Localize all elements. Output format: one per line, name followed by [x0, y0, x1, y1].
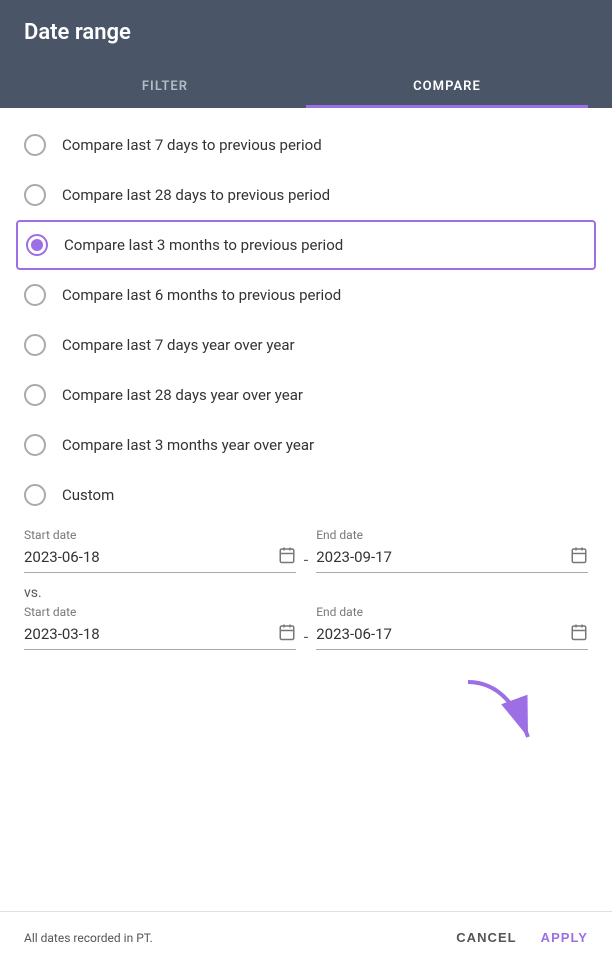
- radio-opt4[interactable]: [24, 284, 46, 306]
- footer-note: All dates recorded in PT.: [24, 931, 153, 945]
- period1-start-label: Start date: [24, 528, 296, 542]
- period2-end-input-wrapper[interactable]: 2023-06-17: [316, 623, 588, 650]
- cancel-button[interactable]: CANCEL: [456, 930, 516, 945]
- period1-end-value: 2023-09-17: [316, 548, 562, 566]
- period1-date-row: Start date 2023-06-18 -: [24, 528, 588, 573]
- period1-end-input-wrapper[interactable]: 2023-09-17: [316, 546, 588, 573]
- radio-opt7[interactable]: [24, 434, 46, 456]
- apply-button[interactable]: APPLY: [541, 930, 588, 945]
- radio-opt3[interactable]: [26, 234, 48, 256]
- calendar-icon-p2-end[interactable]: [570, 623, 588, 645]
- period1-start-value: 2023-06-18: [24, 548, 270, 566]
- period2-start-label: Start date: [24, 605, 296, 619]
- option-label-5: Compare last 7 days year over year: [62, 336, 295, 354]
- option-custom[interactable]: Custom: [24, 470, 588, 520]
- option-label-3: Compare last 3 months to previous period: [64, 236, 343, 254]
- radio-opt2[interactable]: [24, 184, 46, 206]
- period2-end-label: End date: [316, 605, 588, 619]
- date-dash-1: -: [304, 550, 308, 569]
- tab-bar: FILTER COMPARE: [24, 65, 588, 108]
- footer-buttons: CANCEL APPLY: [456, 930, 588, 945]
- footer: All dates recorded in PT. CANCEL APPLY: [0, 911, 612, 963]
- arrow-container: [24, 662, 588, 742]
- period2-start-group: Start date 2023-03-18: [24, 605, 296, 650]
- option-label-1: Compare last 7 days to previous period: [62, 136, 322, 154]
- radio-opt6[interactable]: [24, 384, 46, 406]
- period2-start-input-wrapper[interactable]: 2023-03-18: [24, 623, 296, 650]
- option-last-7-days-previous[interactable]: Compare last 7 days to previous period: [24, 120, 588, 170]
- option-label-7: Compare last 3 months year over year: [62, 436, 314, 454]
- radio-opt1[interactable]: [24, 134, 46, 156]
- apply-arrow-icon: [458, 672, 548, 752]
- calendar-icon-p2-start[interactable]: [278, 623, 296, 645]
- option-last-7-days-yoy[interactable]: Compare last 7 days year over year: [24, 320, 588, 370]
- option-label-8: Custom: [62, 486, 114, 504]
- period2-date-row: Start date 2023-03-18 -: [24, 605, 588, 650]
- period2-end-value: 2023-06-17: [316, 625, 562, 643]
- option-label-6: Compare last 28 days year over year: [62, 386, 303, 404]
- page-title: Date range: [24, 20, 588, 65]
- radio-opt5[interactable]: [24, 334, 46, 356]
- header: Date range FILTER COMPARE: [0, 0, 612, 108]
- tab-filter[interactable]: FILTER: [24, 65, 306, 108]
- option-label-2: Compare last 28 days to previous period: [62, 186, 330, 204]
- content-area: Compare last 7 days to previous period C…: [0, 108, 612, 742]
- tab-compare[interactable]: COMPARE: [306, 65, 588, 108]
- option-last-28-days-yoy[interactable]: Compare last 28 days year over year: [24, 370, 588, 420]
- period1-start-input-wrapper[interactable]: 2023-06-18: [24, 546, 296, 573]
- period1-end-group: End date 2023-09-17: [316, 528, 588, 573]
- option-last-3-months-previous[interactable]: Compare last 3 months to previous period: [16, 220, 596, 270]
- calendar-icon-p1-end[interactable]: [570, 546, 588, 568]
- calendar-icon-p1-start[interactable]: [278, 546, 296, 568]
- period2-start-value: 2023-03-18: [24, 625, 270, 643]
- vs-label: vs.: [24, 585, 588, 601]
- period1-start-group: Start date 2023-06-18: [24, 528, 296, 573]
- date-dash-2: -: [304, 627, 308, 646]
- main-container: Date range FILTER COMPARE Compare last 7…: [0, 0, 612, 963]
- period2-end-group: End date 2023-06-17: [316, 605, 588, 650]
- option-last-3-months-yoy[interactable]: Compare last 3 months year over year: [24, 420, 588, 470]
- radio-opt8[interactable]: [24, 484, 46, 506]
- option-last-28-days-previous[interactable]: Compare last 28 days to previous period: [24, 170, 588, 220]
- option-last-6-months-previous[interactable]: Compare last 6 months to previous period: [24, 270, 588, 320]
- option-label-4: Compare last 6 months to previous period: [62, 286, 341, 304]
- period1-end-label: End date: [316, 528, 588, 542]
- custom-date-section: Start date 2023-06-18 -: [24, 520, 588, 742]
